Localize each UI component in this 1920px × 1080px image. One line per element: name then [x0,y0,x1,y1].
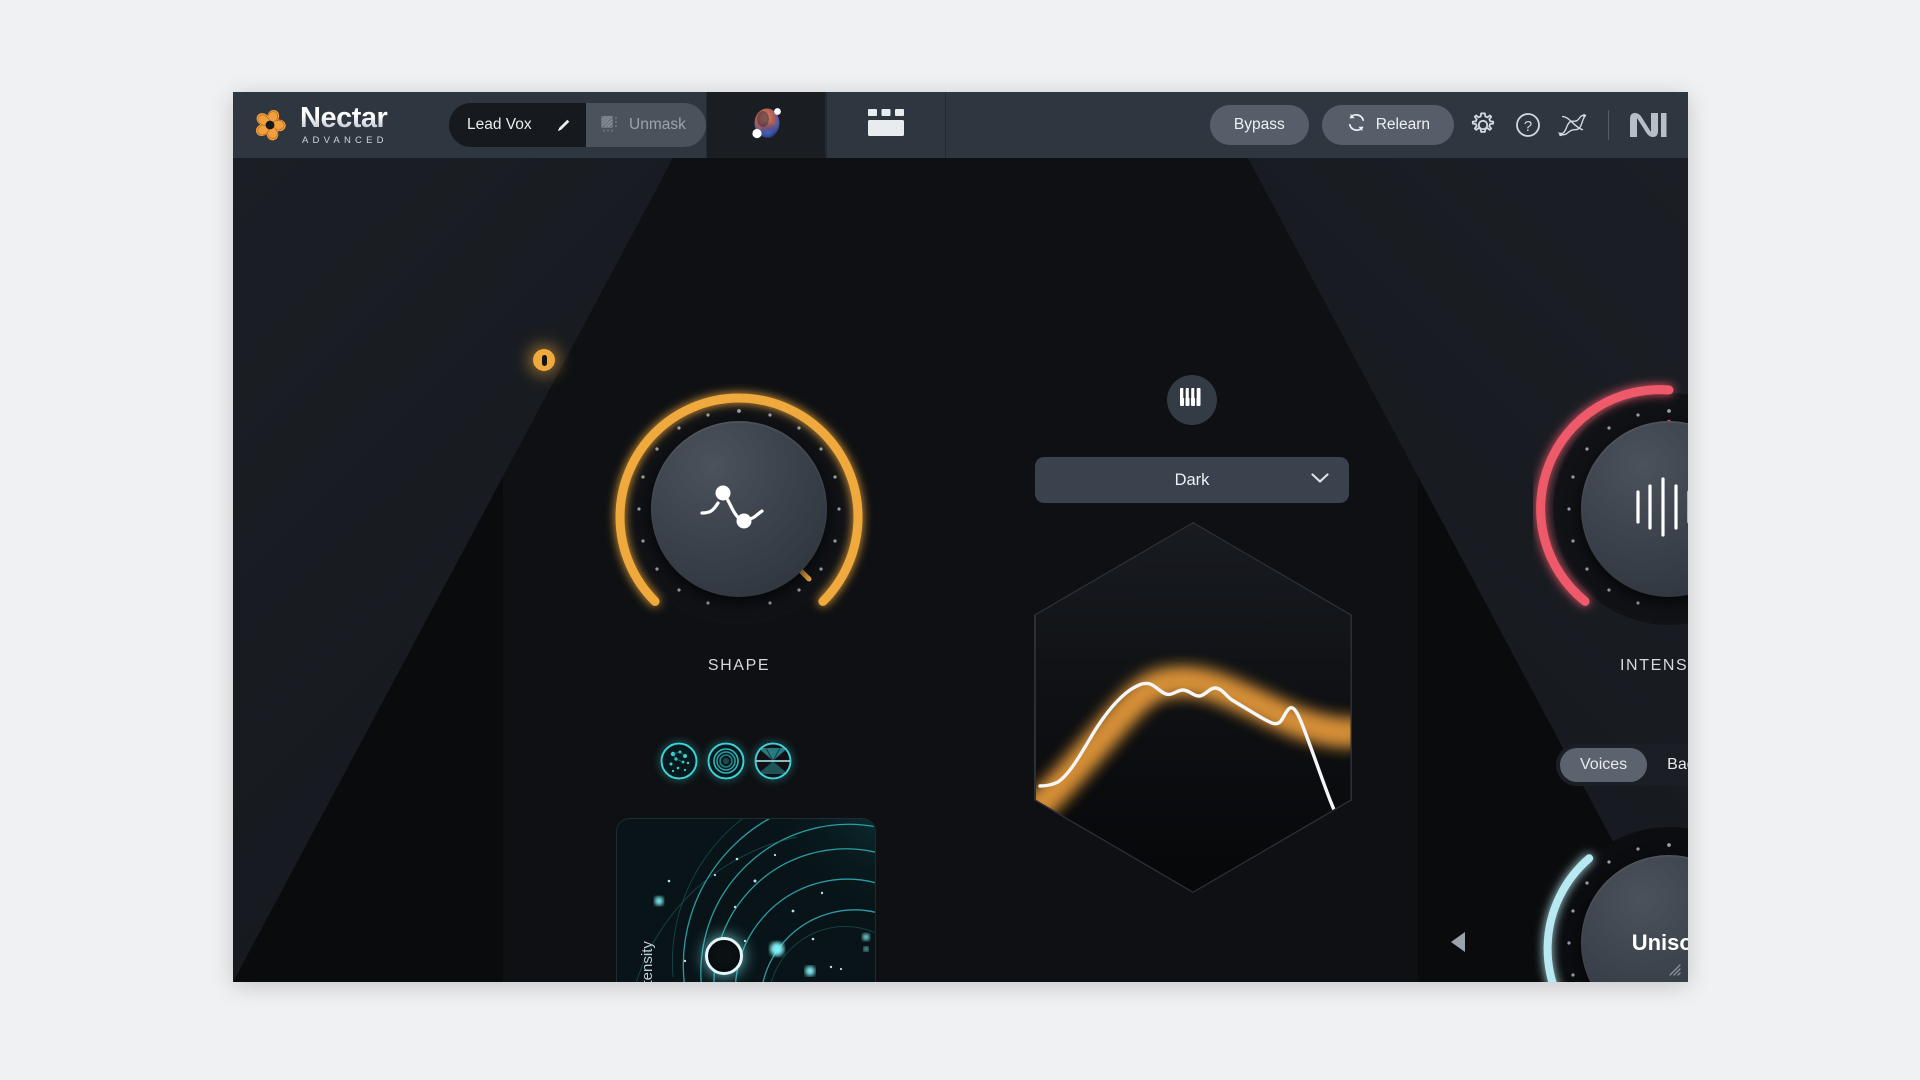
tab-assistant[interactable] [705,92,826,158]
plugin-header: Nectar ADVANCED Lead Vox Unmask Bypass R… [233,92,1688,158]
formant-bars-icon [1632,474,1688,545]
unmask-icon [600,113,620,138]
unmask-label: Unmask [629,116,686,133]
voices-knob-value: Unison [1631,930,1688,955]
preset-field[interactable]: Lead Vox [449,103,586,147]
brand-subtitle: ADVANCED [302,135,388,147]
voices-backer-toggle[interactable]: Voices Backer [1556,744,1688,786]
gear-icon[interactable] [1467,109,1499,141]
spectrum-hex-visualizer [1034,522,1352,893]
pencil-icon[interactable] [555,117,572,134]
toggle-option-backer[interactable]: Backer [1647,748,1688,782]
preset-name: Lead Vox [467,116,532,133]
piano-keys-icon [1179,386,1205,415]
harmony-keys-button[interactable] [1167,375,1217,425]
brand-logo: Nectar ADVANCED [233,92,449,158]
xy-pad-y-label: Intensity [639,941,656,982]
unmask-button[interactable]: Unmask [586,103,706,147]
plugin-body: SHAPE Intensity Dark INTENS Voices Ba Un… [233,158,1688,982]
intensity-knob-label: INTENSITY [1620,657,1688,674]
izotope-squiggle-icon[interactable] [1557,109,1589,141]
tab-modules[interactable] [825,92,946,158]
intensity-knob[interactable]: INTENSITY [1533,373,1688,674]
assistant-sphere-icon [744,101,788,150]
harmony-style-value: Dark [1174,470,1210,489]
harmony-style-dropdown[interactable]: Dark [1035,457,1349,503]
nectar-flower-icon [251,106,289,144]
relearn-label: Relearn [1375,116,1430,133]
native-instruments-logo [1628,109,1668,141]
header-controls: Bypass Relearn ? [946,92,1688,158]
brand-name: Nectar [300,102,388,135]
chevron-down-icon [1311,471,1329,489]
shape-knob-label: SHAPE [707,657,771,674]
voices-prev-button[interactable] [1448,930,1470,954]
eq-curve-icon [696,471,782,548]
xy-pad-puck[interactable] [705,937,743,975]
modules-rack-icon [867,108,905,143]
header-divider [1608,110,1609,140]
intensity-mix-xy-pad[interactable]: Intensity Mix [616,818,876,982]
question-mark-icon[interactable]: ? [1512,109,1544,141]
shape-knob[interactable]: SHAPE [603,373,875,674]
shape-knob-face[interactable] [651,421,827,597]
svg-text:?: ? [1524,118,1532,135]
toggle-option-voices[interactable]: Voices [1560,748,1648,782]
bypass-label: Bypass [1233,116,1285,133]
refresh-icon [1346,112,1367,138]
spiral-mode-icon[interactable] [754,742,792,780]
resize-handle-icon[interactable] [1665,960,1681,976]
relearn-button[interactable]: Relearn [1321,105,1454,145]
spectrum-hex-inner [1035,523,1351,892]
plugin-window: Nectar ADVANCED Lead Vox Unmask Bypass R… [233,92,1688,982]
particles-mode-icon[interactable] [660,742,698,780]
shape-power-dot[interactable] [533,349,555,371]
rings-mode-icon[interactable] [707,742,745,780]
voices-knob[interactable]: Unison VOICES [1533,807,1688,982]
preset-group: Lead Vox Unmask [449,92,706,158]
bypass-button[interactable]: Bypass [1209,105,1309,145]
